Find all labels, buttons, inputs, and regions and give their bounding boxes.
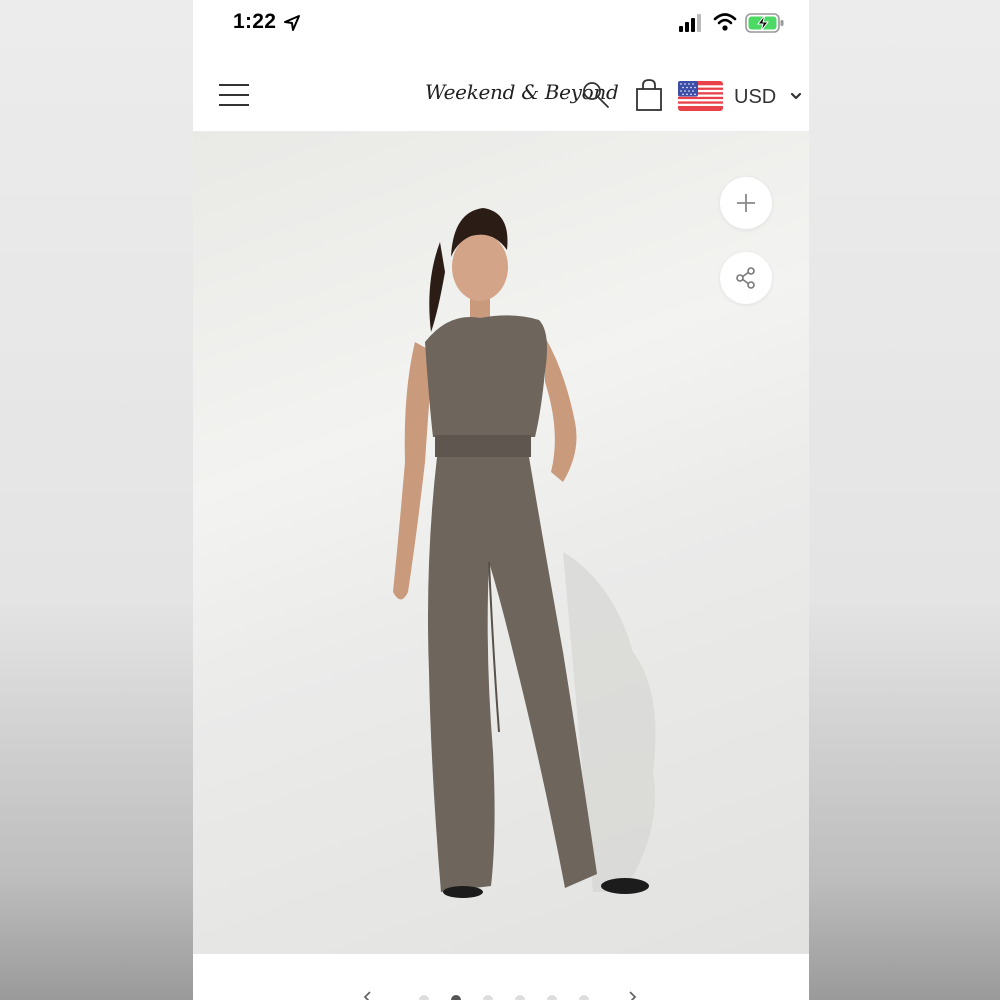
image-carousel-controls — [193, 955, 809, 1000]
us-flag-icon[interactable] — [678, 81, 723, 111]
shopping-bag-icon[interactable] — [635, 78, 663, 112]
cellular-signal-icon — [679, 14, 701, 32]
status-time: 1:22 — [233, 10, 277, 33]
carousel-dot[interactable] — [515, 995, 525, 1000]
carousel-dot[interactable] — [547, 995, 557, 1000]
product-image[interactable] — [193, 132, 809, 954]
phone-screen: 1:22 Weekend & Beyond USD — [193, 0, 809, 1000]
search-icon[interactable] — [581, 80, 611, 110]
add-to-favorites-button[interactable] — [720, 177, 772, 229]
model-illustration — [393, 208, 656, 898]
hamburger-menu-icon[interactable] — [219, 84, 249, 108]
previous-image-icon[interactable] — [361, 990, 375, 1000]
share-icon — [736, 267, 755, 289]
currency-selector[interactable]: USD — [734, 86, 776, 109]
location-arrow-icon — [284, 15, 300, 31]
status-bar: 1:22 — [193, 0, 809, 50]
next-image-icon[interactable] — [625, 990, 639, 1000]
site-header: Weekend & Beyond USD — [193, 50, 809, 132]
battery-charging-icon — [745, 13, 784, 33]
plus-icon — [737, 194, 755, 212]
carousel-dot[interactable] — [579, 995, 589, 1000]
carousel-dot[interactable] — [419, 995, 429, 1000]
share-button[interactable] — [720, 252, 772, 304]
carousel-dot[interactable] — [483, 995, 493, 1000]
carousel-dot-active[interactable] — [451, 995, 461, 1000]
wifi-icon — [713, 13, 737, 31]
chevron-down-icon[interactable] — [790, 91, 802, 101]
